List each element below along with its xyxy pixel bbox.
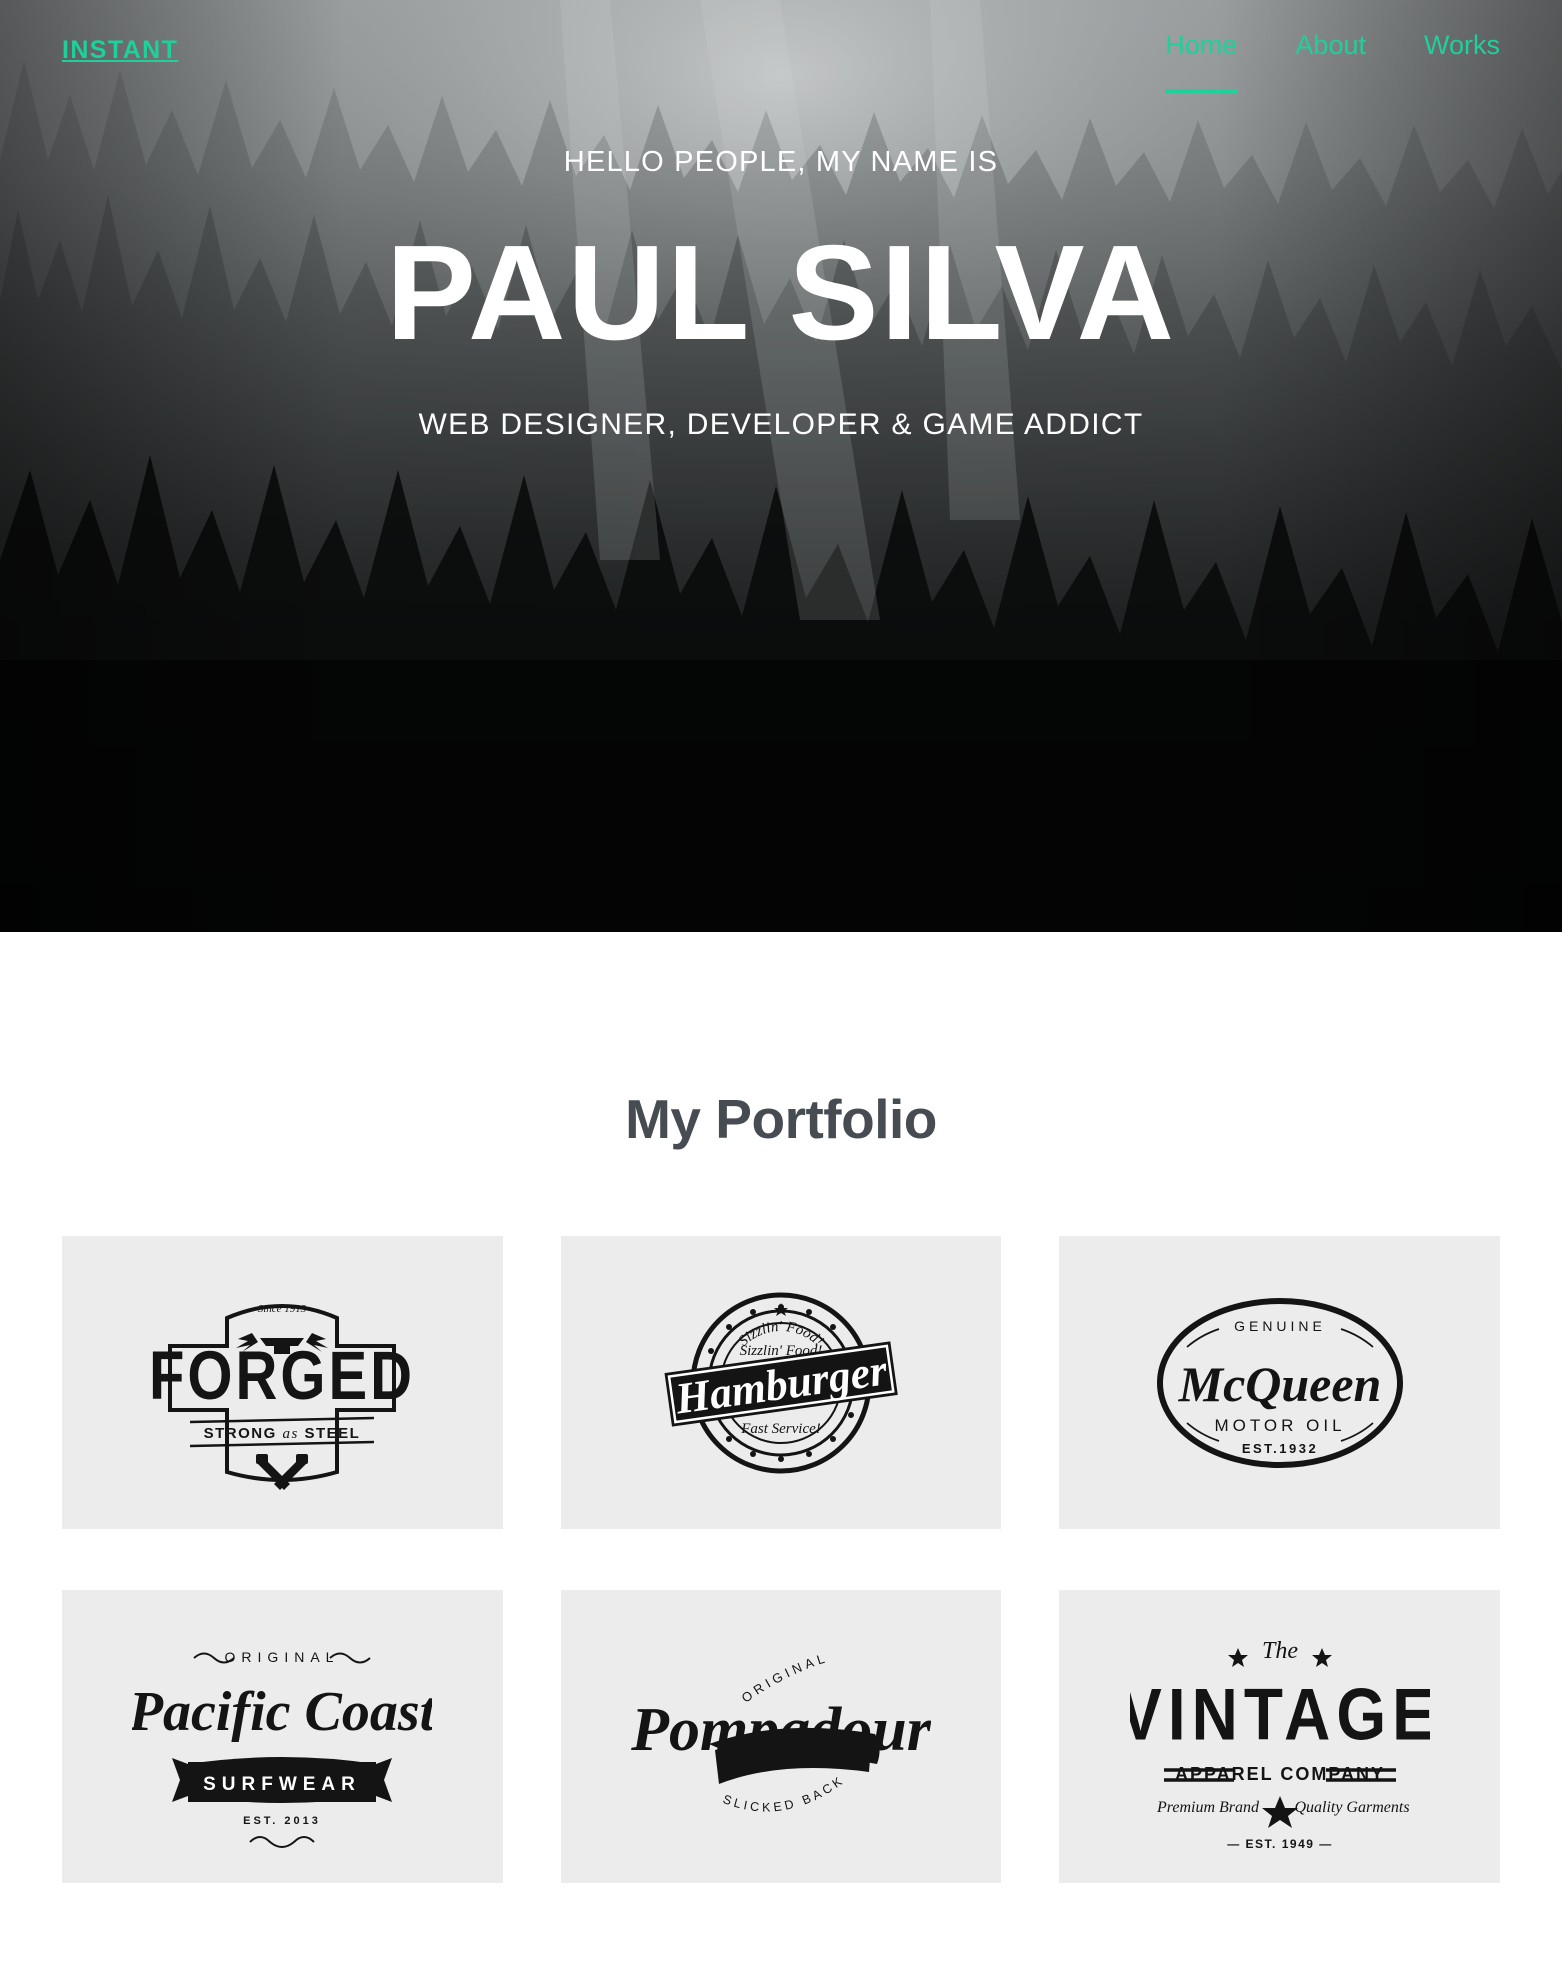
hero-background-image: [0, 0, 1562, 932]
svg-text:EST. 2013: EST. 2013: [243, 1815, 321, 1827]
hero-content: HELLO PEOPLE, MY NAME IS PAUL SILVA WEB …: [0, 146, 1562, 442]
portfolio-grid: Since 1913 FORGED STRONG as STEEL Sizzli…: [62, 1236, 1500, 1883]
hero-section: INSTANT Home About Works HELLO PEOPLE, M…: [0, 0, 1562, 932]
portfolio-item-mcqueen[interactable]: GENUINE McQueen MOTOR OIL EST.1932: [1059, 1236, 1500, 1529]
portfolio-section: My Portfolio Since 1913 FORGED STRONG as…: [0, 932, 1562, 1883]
nav-link-about[interactable]: About: [1295, 30, 1366, 71]
portfolio-item-vintage[interactable]: The VINTAGE APPAREL COMPANY Premium Bran…: [1059, 1590, 1500, 1883]
svg-text:ORIGINAL: ORIGINAL: [225, 1649, 340, 1665]
svg-text:VINTAGE: VINTAGE: [1130, 1673, 1430, 1755]
site-logo[interactable]: INSTANT: [62, 36, 178, 65]
hero-name: PAUL SILVA: [385, 217, 1177, 368]
nav-link-works[interactable]: Works: [1424, 30, 1500, 71]
svg-text:Premium Brand: Premium Brand: [1156, 1799, 1260, 1816]
nav-links: Home About Works: [1165, 30, 1500, 93]
nav-link-home[interactable]: Home: [1165, 30, 1238, 93]
svg-text:Pacific Coast: Pacific Coast: [132, 1681, 432, 1743]
svg-text:Quality Garments: Quality Garments: [1294, 1799, 1409, 1816]
portfolio-item-pompadour[interactable]: ORIGINAL Pompadour SLICKED BACK SINCE 19…: [560, 1590, 1002, 1883]
svg-text:— EST. 1949 —: — EST. 1949 —: [1227, 1837, 1333, 1851]
hero-kicker: HELLO PEOPLE, MY NAME IS: [563, 146, 999, 178]
top-navigation-bar: INSTANT Home About Works: [0, 0, 1562, 100]
svg-text:FORGED: FORGED: [149, 1339, 415, 1415]
svg-text:The: The: [1262, 1638, 1298, 1664]
svg-text:McQueen: McQueen: [1177, 1356, 1381, 1412]
portfolio-item-pacific-coast[interactable]: ORIGINAL Pacific Coast SURFWEAR EST. 201…: [62, 1590, 503, 1883]
svg-text:MOTOR OIL: MOTOR OIL: [1214, 1416, 1345, 1435]
svg-text:Fast Service!: Fast Service!: [740, 1421, 821, 1437]
svg-text:SURFWEAR: SURFWEAR: [203, 1774, 361, 1795]
page-title: My Portfolio: [625, 1088, 937, 1150]
svg-text:STRONG as STEEL: STRONG as STEEL: [204, 1425, 361, 1442]
svg-text:EST.1932: EST.1932: [1241, 1441, 1317, 1456]
svg-text:Since 1913: Since 1913: [258, 1303, 307, 1315]
portfolio-item-hamburger[interactable]: Sizzlin' Food! Sizzlin' Food! Hamburger …: [560, 1236, 1002, 1529]
portfolio-item-forged[interactable]: Since 1913 FORGED STRONG as STEEL: [62, 1236, 503, 1529]
hero-subtitle: WEB DESIGNER, DEVELOPER & GAME ADDICT: [418, 408, 1144, 441]
svg-text:GENUINE: GENUINE: [1234, 1318, 1326, 1334]
